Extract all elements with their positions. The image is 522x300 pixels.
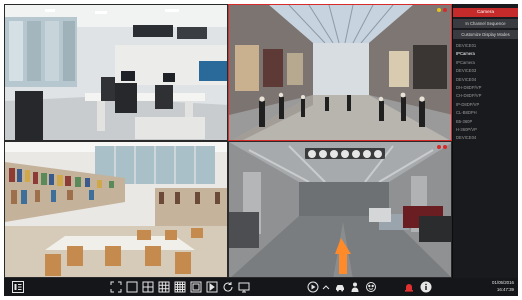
camera-list-item[interactable]: IPCamera — [453, 50, 518, 58]
time-text: 16:47:39 — [496, 286, 514, 292]
info-icon[interactable] — [420, 281, 432, 293]
record-dot-icon — [443, 145, 447, 149]
bottom-toolbar: 01/05/2016 16:47:39 — [4, 278, 518, 296]
record-dot-icon — [437, 145, 441, 149]
ptz-view-icon[interactable] — [238, 281, 250, 293]
status-dot-icon — [437, 8, 441, 12]
camera-list-item[interactable]: DEVICE04 — [453, 134, 518, 142]
customize-display-button[interactable]: Customize Display Modes — [453, 30, 518, 39]
camera-list-item[interactable]: B5-360P — [453, 118, 518, 126]
camera-list-item[interactable]: IPCamera — [453, 59, 518, 67]
library-scene — [5, 142, 227, 277]
layout-custom-icon[interactable] — [190, 281, 202, 293]
camera-list-item[interactable]: H-360P/VP — [453, 126, 518, 134]
sequence-icon[interactable] — [206, 281, 218, 293]
layout-1-icon[interactable] — [126, 281, 138, 293]
record-dot-icon — [443, 8, 447, 12]
layout-9-icon[interactable] — [158, 281, 170, 293]
playback-icon[interactable] — [352, 149, 360, 158]
office-scene — [5, 5, 227, 140]
menu-icon[interactable] — [12, 281, 24, 293]
parking-scene — [229, 142, 451, 277]
playback-icon[interactable] — [307, 281, 319, 293]
camera-list-item[interactable]: CL-B8DPH — [453, 109, 518, 117]
date-text: 01/05/2016 — [492, 280, 514, 285]
cloud-icon[interactable] — [374, 149, 382, 158]
alarm-icon[interactable] — [403, 281, 415, 293]
zoom-icon[interactable] — [330, 149, 338, 158]
recording-indicators — [437, 8, 447, 12]
recording-indicators — [437, 145, 447, 149]
camera-list-item[interactable]: DH-D8DP/VP — [453, 84, 518, 92]
camera-view-library[interactable] — [4, 141, 228, 278]
camera-grid — [4, 4, 452, 278]
camera-list-item[interactable]: DEVICE01 — [453, 42, 518, 50]
face-icon[interactable] — [365, 281, 377, 293]
channel-sequence-button[interactable]: In Channel Sequence — [453, 19, 518, 28]
car-icon[interactable] — [334, 281, 346, 293]
audio-icon[interactable] — [319, 149, 327, 158]
camera-list-item[interactable]: IP-D8DP/VP — [453, 101, 518, 109]
sidebar-header[interactable]: Camera — [453, 8, 518, 17]
camera-view-office[interactable] — [4, 4, 228, 141]
camera-view-parking[interactable] — [228, 141, 452, 278]
layout-4-icon[interactable] — [142, 281, 154, 293]
fullscreen-icon[interactable] — [110, 281, 122, 293]
color-icon[interactable] — [363, 149, 371, 158]
snapshot-icon[interactable] — [308, 149, 316, 158]
camera-list-item[interactable]: DEVICE04 — [453, 76, 518, 84]
chevron-up-icon[interactable] — [320, 281, 332, 293]
camera-list: DEVICE01 IPCamera IPCamera DEVICE03 DEVI… — [453, 42, 518, 143]
rotate-icon[interactable] — [222, 281, 234, 293]
camera-list-item[interactable]: DEVICE03 — [453, 67, 518, 75]
person-icon[interactable] — [349, 281, 361, 293]
layout-16-icon[interactable] — [174, 281, 186, 293]
camera-view-mall[interactable] — [228, 4, 452, 141]
mall-scene — [229, 5, 451, 140]
nvr-screen: Camera In Channel Sequence Customize Dis… — [4, 4, 518, 296]
datetime-display: 01/05/2016 16:47:39 — [492, 280, 514, 293]
camera-list-item[interactable]: CH-D8DP/VP — [453, 92, 518, 100]
ptz-icon[interactable] — [341, 149, 349, 158]
camera-quick-toolbar — [305, 148, 385, 159]
camera-sidebar: Camera In Channel Sequence Customize Dis… — [453, 4, 518, 278]
